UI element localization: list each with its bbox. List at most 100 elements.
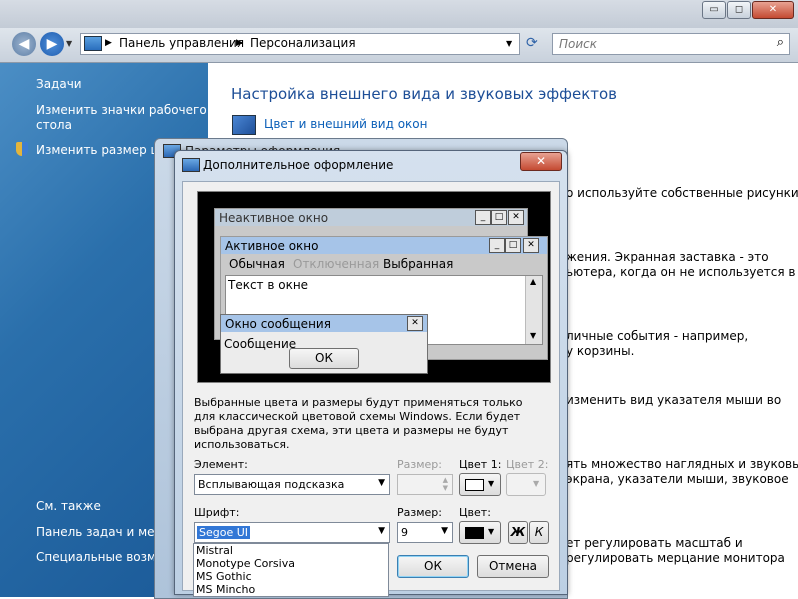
maximize-icon: □ — [505, 238, 521, 253]
content-text: ьютера, когда он не используется в — [566, 265, 796, 279]
list-item[interactable]: MS Mincho — [194, 583, 388, 596]
window-titlebar: ▭ ◻ ✕ — [0, 0, 798, 28]
preview-menu-normal: Обычная — [229, 257, 285, 271]
sidebar-item-taskbar[interactable]: Панель задач и меню — [36, 525, 172, 539]
inactive-titlebar: Неактивное окно _ □ ✕ — [215, 209, 527, 226]
font-color-picker[interactable]: ▼ — [459, 521, 501, 544]
address-toolbar: ◀ ▶ ▼ ▶ Панель управления ▶ Персонализац… — [0, 28, 798, 63]
dialog-close-button[interactable]: ✕ — [520, 152, 562, 171]
element-select[interactable]: Всплывающая подсказка ▼ — [194, 474, 390, 495]
font-size-value: 9 — [401, 526, 408, 539]
content-text: ет регулировать масштаб и — [566, 536, 743, 550]
active-titlebar: Активное окно _ □ ✕ — [221, 237, 547, 254]
preview-window-text: Текст в окне — [228, 278, 309, 292]
content-text: изменить вид указателя мыши во — [566, 393, 782, 407]
address-field[interactable]: ▶ Панель управления ▶ Персонализация ▼ — [80, 33, 520, 55]
minimize-button[interactable]: ▭ — [702, 1, 726, 19]
chevron-down-icon: ▼ — [378, 478, 385, 488]
size2-label: Размер: — [397, 506, 442, 519]
close-icon: ✕ — [508, 210, 524, 225]
address-dropdown-icon[interactable]: ▼ — [506, 39, 512, 48]
breadcrumb-control-panel[interactable]: Панель управления — [119, 36, 244, 50]
color-swatch — [465, 479, 484, 491]
search-icon[interactable]: ⌕ — [777, 35, 784, 50]
minimize-icon: _ — [489, 238, 505, 253]
chevron-down-icon: ▼ — [488, 527, 495, 536]
history-dropdown-icon[interactable]: ▼ — [66, 39, 72, 48]
breadcrumb-personalization[interactable]: Персонализация — [250, 36, 356, 50]
chevron-down-icon: ▼ — [488, 479, 495, 488]
forward-button[interactable]: ▶ — [40, 32, 64, 56]
size1-label: Размер: — [397, 458, 442, 471]
list-item[interactable]: Mistral — [194, 544, 388, 557]
color-swatch — [465, 527, 484, 539]
dialog-title: Дополнительное оформление — [203, 158, 394, 172]
font-dropdown-list[interactable]: Mistral Monotype Corsiva MS Gothic MS Mi… — [193, 543, 389, 597]
scroll-up-icon: ▲ — [530, 277, 537, 286]
color1-picker[interactable]: ▼ — [459, 473, 501, 496]
message-box-text: Сообщение — [224, 337, 297, 351]
active-window-title: Активное окно — [225, 239, 319, 253]
search-placeholder: Поиск — [559, 37, 598, 51]
font-label: Шрифт: — [194, 506, 240, 519]
shield-icon — [16, 142, 28, 156]
italic-button[interactable]: К — [529, 521, 549, 544]
maximize-icon: □ — [491, 210, 507, 225]
preview-menu-selected: Выбранная — [383, 257, 454, 271]
size1-stepper: ▲ ▼ — [397, 474, 453, 495]
list-item[interactable]: MS Gothic — [194, 570, 388, 583]
spin-up-down-icon: ▲ ▼ — [442, 476, 448, 492]
content-text: личные события - например, — [566, 329, 749, 343]
chevron-down-icon: ▼ — [441, 526, 448, 536]
message-titlebar: Окно сообщения ✕ — [221, 315, 427, 332]
bold-button[interactable]: Ж — [508, 521, 528, 544]
back-button[interactable]: ◀ — [12, 32, 36, 56]
minimize-icon: _ — [475, 210, 491, 225]
list-item[interactable]: Monotype Corsiva — [194, 557, 388, 570]
close-button[interactable]: ✕ — [752, 1, 794, 19]
breadcrumb-separator-icon: ▶ — [105, 38, 112, 48]
advanced-appearance-dialog: Дополнительное оформление ✕ Неактивное о… — [174, 150, 568, 595]
cancel-button[interactable]: Отмена — [477, 555, 549, 578]
content-text: ять множество наглядных и звуковых — [566, 457, 798, 471]
page-title: Настройка внешнего вида и звуковых эффек… — [231, 85, 618, 103]
message-box-title: Окно сообщения — [225, 317, 331, 331]
color1-label: Цвет 1: — [459, 458, 502, 471]
font-select[interactable]: Segoe UI ▼ — [194, 522, 390, 543]
sidebar-item-desktop-icons[interactable]: Изменить значки рабочего — [36, 103, 207, 117]
sidebar-heading-see-also: См. также — [36, 499, 101, 513]
preview-message-box: Окно сообщения ✕ Сообщение ОК — [220, 314, 428, 374]
breadcrumb-separator-icon: ▶ — [236, 38, 243, 48]
element-select-value: Всплывающая подсказка — [198, 478, 345, 491]
scheme-note: Выбранные цвета и размеры будут применят… — [194, 396, 523, 451]
ok-button[interactable]: ОК — [397, 555, 469, 578]
dialog-body: Неактивное окно _ □ ✕ Активное окно _ □ … — [182, 181, 560, 591]
sidebar-item-desktop-icons-cont[interactable]: стола — [36, 118, 72, 132]
window-color-icon — [232, 115, 256, 135]
font-size-select[interactable]: 9 ▼ — [397, 522, 453, 543]
control-panel-icon — [84, 36, 102, 51]
maximize-button[interactable]: ◻ — [727, 1, 751, 19]
content-text: о используйте собственные рисунки — [566, 186, 798, 200]
refresh-icon[interactable]: ⟳ — [526, 35, 538, 51]
sidebar-item-accessibility[interactable]: Специальные возмо — [36, 550, 163, 564]
content-text: у корзины. — [566, 344, 635, 358]
element-label: Элемент: — [194, 458, 248, 471]
color2-picker: ▼ — [506, 473, 546, 496]
preview-ok-button: ОК — [289, 348, 359, 369]
font-select-value: Segoe UI — [197, 526, 251, 539]
dialog-app-icon — [182, 158, 200, 172]
forward-arrow-icon: ▶ — [46, 36, 58, 52]
color-label: Цвет: — [459, 506, 491, 519]
scroll-down-icon: ▼ — [530, 331, 537, 340]
search-input[interactable]: Поиск ⌕ — [552, 33, 790, 55]
content-text: жения. Экранная заставка - это — [566, 250, 769, 264]
appearance-preview[interactable]: Неактивное окно _ □ ✕ Активное окно _ □ … — [197, 191, 551, 383]
sidebar-heading-tasks: Задачи — [36, 77, 82, 91]
sidebar-item-font-size[interactable]: Изменить размер шр — [36, 143, 169, 157]
back-arrow-icon: ◀ — [18, 36, 30, 52]
preview-scrollbar: ▲ ▼ — [525, 276, 542, 344]
preview-menu-disabled: Отключенная — [293, 257, 380, 271]
window-color-link[interactable]: Цвет и внешний вид окон — [264, 117, 428, 131]
inactive-window-title: Неактивное окно — [219, 211, 329, 225]
